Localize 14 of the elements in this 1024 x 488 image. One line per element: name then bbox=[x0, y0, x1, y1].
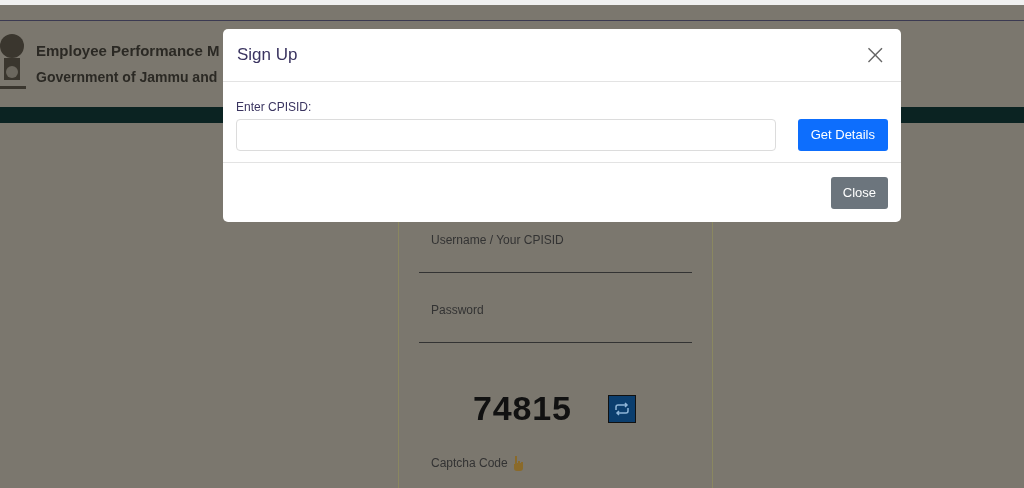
pointing-hand-icon bbox=[511, 455, 524, 471]
username-label: Username / Your CPISID bbox=[431, 232, 565, 249]
refresh-icon[interactable] bbox=[607, 394, 636, 423]
site-title: Employee Performance M bbox=[36, 41, 220, 62]
close-button[interactable]: × bbox=[863, 41, 887, 69]
cpisid-input[interactable] bbox=[236, 119, 776, 151]
close-dialog-button[interactable]: Close bbox=[830, 176, 888, 209]
captcha-label: Captcha Code bbox=[431, 455, 508, 472]
site-subtitle: Government of Jammu and bbox=[36, 67, 219, 87]
dialog-title: Sign Up bbox=[237, 44, 298, 67]
captcha-image: 74815 bbox=[473, 388, 572, 429]
password-label: Password bbox=[431, 302, 485, 319]
field-label: Enter CPISID: bbox=[236, 99, 313, 116]
get-details-button[interactable]: Get Details bbox=[797, 119, 888, 151]
